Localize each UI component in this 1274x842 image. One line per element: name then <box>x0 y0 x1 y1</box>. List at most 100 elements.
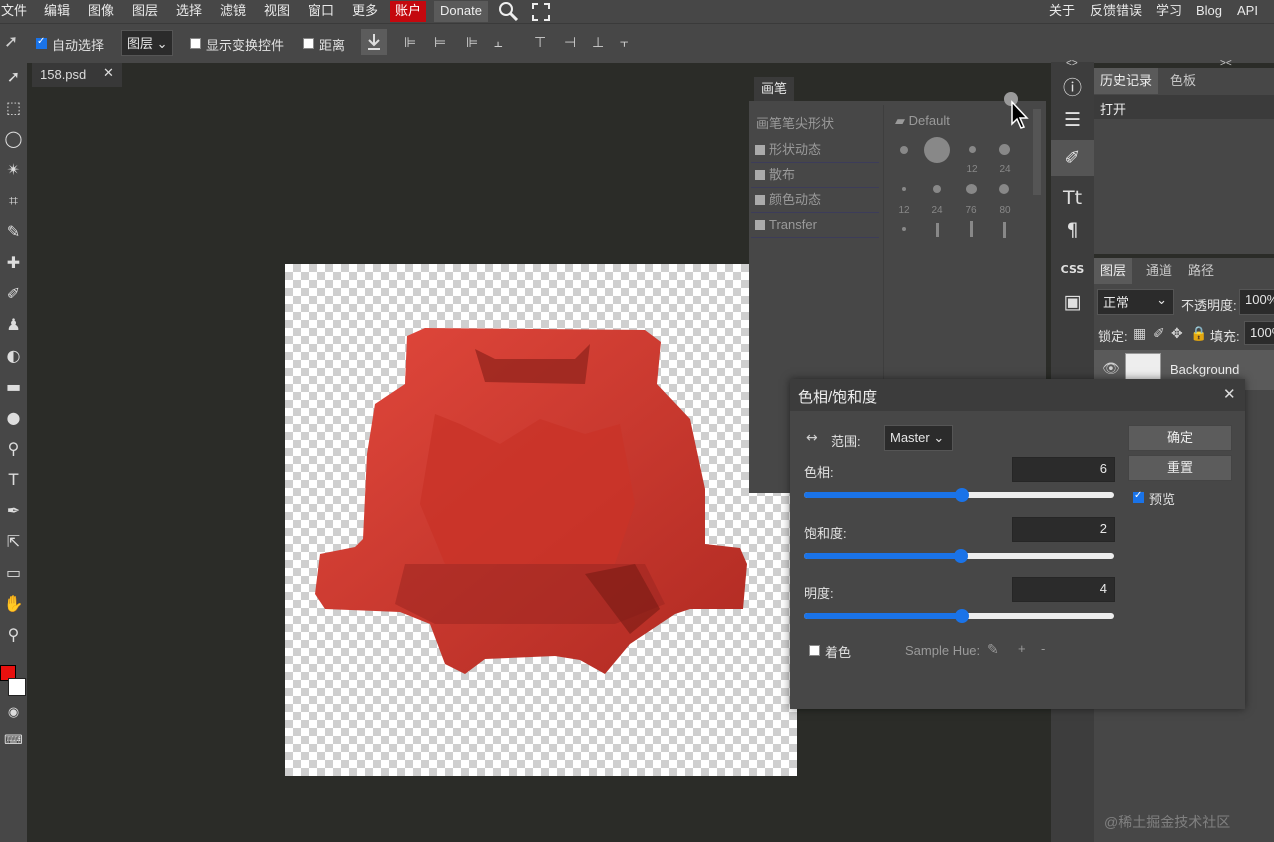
eye-icon[interactable]: 👁 <box>1102 362 1120 376</box>
dialog-title-bar[interactable]: 色相/饱和度 ✕ <box>790 379 1245 411</box>
menu-file[interactable]: 文件 <box>1 0 27 23</box>
menu-layer[interactable]: 图层 <box>132 0 158 23</box>
blend-mode-dropdown[interactable]: 正常 ⌄ <box>1097 289 1174 315</box>
add-sample-button[interactable]: + <box>1018 641 1026 656</box>
pen-tool-icon[interactable]: ✒ <box>0 496 27 526</box>
crop-tool-icon[interactable]: ⌗ <box>0 186 27 216</box>
menu-edit[interactable]: 编辑 <box>44 0 70 23</box>
move-tool-icon[interactable]: ➚ <box>0 62 27 92</box>
ok-button[interactable]: 确定 <box>1128 425 1232 451</box>
brush-preset[interactable] <box>902 227 906 231</box>
menu-filter[interactable]: 滤镜 <box>220 0 246 23</box>
align-bottom-icon[interactable]: ⊥ <box>592 36 604 50</box>
lightness-slider[interactable] <box>804 609 1114 623</box>
adjustments-icon[interactable]: ☰ <box>1051 102 1094 138</box>
brush-option-transfer[interactable]: Transfer <box>751 213 879 238</box>
stamp-tool-icon[interactable]: ♟ <box>0 310 27 340</box>
download-button[interactable] <box>361 29 387 55</box>
lightness-slider-knob[interactable] <box>955 609 969 623</box>
brush-preset[interactable] <box>999 184 1009 194</box>
tab-layers[interactable]: 图层 <box>1094 258 1133 284</box>
blur-tool-icon[interactable]: ● <box>0 403 27 433</box>
document-tab[interactable]: 158.psd ✕ <box>32 63 122 87</box>
opacity-input[interactable]: 100% <box>1239 289 1274 315</box>
lock-all-icon[interactable]: 🔒 <box>1190 327 1207 341</box>
tab-history[interactable]: 历史记录 <box>1094 68 1159 94</box>
menu-report-bug[interactable]: 反馈错误 <box>1090 0 1142 23</box>
align-left-icon[interactable]: ⊫ <box>404 36 416 50</box>
lock-transparency-icon[interactable]: ▦ <box>1133 327 1146 341</box>
hue-input[interactable]: 6 <box>1012 457 1115 482</box>
eyedropper-tool-icon[interactable]: ✎ <box>0 217 27 247</box>
reset-button[interactable]: 重置 <box>1128 455 1232 481</box>
menu-blog[interactable]: Blog <box>1196 0 1222 23</box>
menu-api[interactable]: API <box>1237 0 1258 23</box>
menu-more[interactable]: 更多 <box>352 0 378 23</box>
saturation-input[interactable]: 2 <box>1012 517 1115 542</box>
dodge-tool-icon[interactable]: ⚲ <box>0 434 27 464</box>
menu-image[interactable]: 图像 <box>88 0 114 23</box>
hue-slider[interactable] <box>804 488 1114 502</box>
keyboard-icon[interactable]: ⌨ <box>0 726 27 756</box>
marquee-tool-icon[interactable]: ⬚ <box>0 93 27 123</box>
tab-paths[interactable]: 路径 <box>1182 258 1220 284</box>
brush-preset[interactable] <box>970 221 973 237</box>
lightness-input[interactable]: 4 <box>1012 577 1115 602</box>
brush-preset[interactable] <box>936 223 939 237</box>
distance-checkbox[interactable] <box>303 38 314 49</box>
brush-panel-icon[interactable]: ✐ <box>1051 140 1094 176</box>
subtract-sample-button[interactable]: - <box>1041 641 1045 656</box>
menu-about[interactable]: 关于 <box>1049 0 1075 23</box>
close-tab-icon[interactable]: ✕ <box>103 66 114 81</box>
brush-option-color-dynamics[interactable]: 颜色动态 <box>751 188 879 213</box>
history-item[interactable]: 打开 <box>1094 95 1274 119</box>
align-top-icon[interactable]: ⊤ <box>534 36 546 50</box>
hue-slider-knob[interactable] <box>955 488 969 502</box>
eyedropper-icon[interactable]: ✎ <box>987 643 999 657</box>
lock-position-icon[interactable]: ✥ <box>1171 327 1183 341</box>
preset-folder[interactable]: ▰ Default <box>895 113 950 129</box>
brush-preset[interactable] <box>966 184 977 194</box>
align-center-h-icon[interactable]: ⊨ <box>434 36 446 50</box>
character-icon[interactable]: Tt <box>1051 180 1094 216</box>
type-tool-icon[interactable]: T <box>0 465 27 495</box>
eraser-tool-icon[interactable]: ◐ <box>0 341 27 371</box>
brush-tip-shape-header[interactable]: 画笔笔尖形状 <box>756 113 834 132</box>
quick-mask-icon[interactable]: ◉ <box>0 698 27 728</box>
tab-swatches[interactable]: 色板 <box>1164 68 1202 94</box>
brush-option-scattering[interactable]: 散布 <box>751 163 879 188</box>
lock-pixels-icon[interactable]: ✐ <box>1153 327 1165 341</box>
align-middle-icon[interactable]: ⊣ <box>564 36 576 50</box>
healing-tool-icon[interactable]: ✚ <box>0 248 27 278</box>
hand-tool-icon[interactable]: ✋ <box>0 589 27 619</box>
gradient-tool-icon[interactable]: ▬ <box>0 372 27 402</box>
brush-preset[interactable] <box>902 187 906 191</box>
path-select-tool-icon[interactable]: ⇱ <box>0 527 27 557</box>
colorize-checkbox[interactable] <box>809 645 820 656</box>
close-icon[interactable]: ✕ <box>1223 385 1236 403</box>
zoom-tool-icon[interactable]: ⚲ <box>0 620 27 650</box>
document-canvas[interactable] <box>285 264 797 776</box>
brush-preset[interactable] <box>1003 222 1006 238</box>
brush-preset[interactable] <box>933 185 941 193</box>
fill-input[interactable]: 100% <box>1244 321 1274 345</box>
menu-view[interactable]: 视图 <box>264 0 290 23</box>
account-button[interactable]: 账户 <box>390 1 427 22</box>
image-icon[interactable]: ▣ <box>1051 284 1094 320</box>
brush-panel-tab[interactable]: 画笔 <box>754 77 794 101</box>
donate-button[interactable]: Donate <box>434 1 488 22</box>
brush-tool-icon[interactable]: ✐ <box>0 279 27 309</box>
search-icon[interactable] <box>498 1 520 24</box>
saturation-slider[interactable] <box>804 549 1114 563</box>
background-color-swatch[interactable] <box>8 678 26 696</box>
range-dropdown[interactable]: Master ⌄ <box>884 425 953 451</box>
preview-checkbox[interactable] <box>1133 490 1144 503</box>
distribute-h-icon[interactable]: ⫠ <box>494 36 502 50</box>
align-right-icon[interactable]: ⊫ <box>466 36 478 50</box>
info-icon[interactable]: ⓘ <box>1051 70 1094 106</box>
brush-preset-scrollbar[interactable] <box>1033 109 1041 195</box>
brush-option-shape-dynamics[interactable]: 形状动态 <box>751 138 879 163</box>
magic-wand-icon[interactable]: ✴ <box>0 155 27 185</box>
paragraph-icon[interactable]: ¶ <box>1051 212 1094 248</box>
shape-tool-icon[interactable]: ▭ <box>0 558 27 588</box>
